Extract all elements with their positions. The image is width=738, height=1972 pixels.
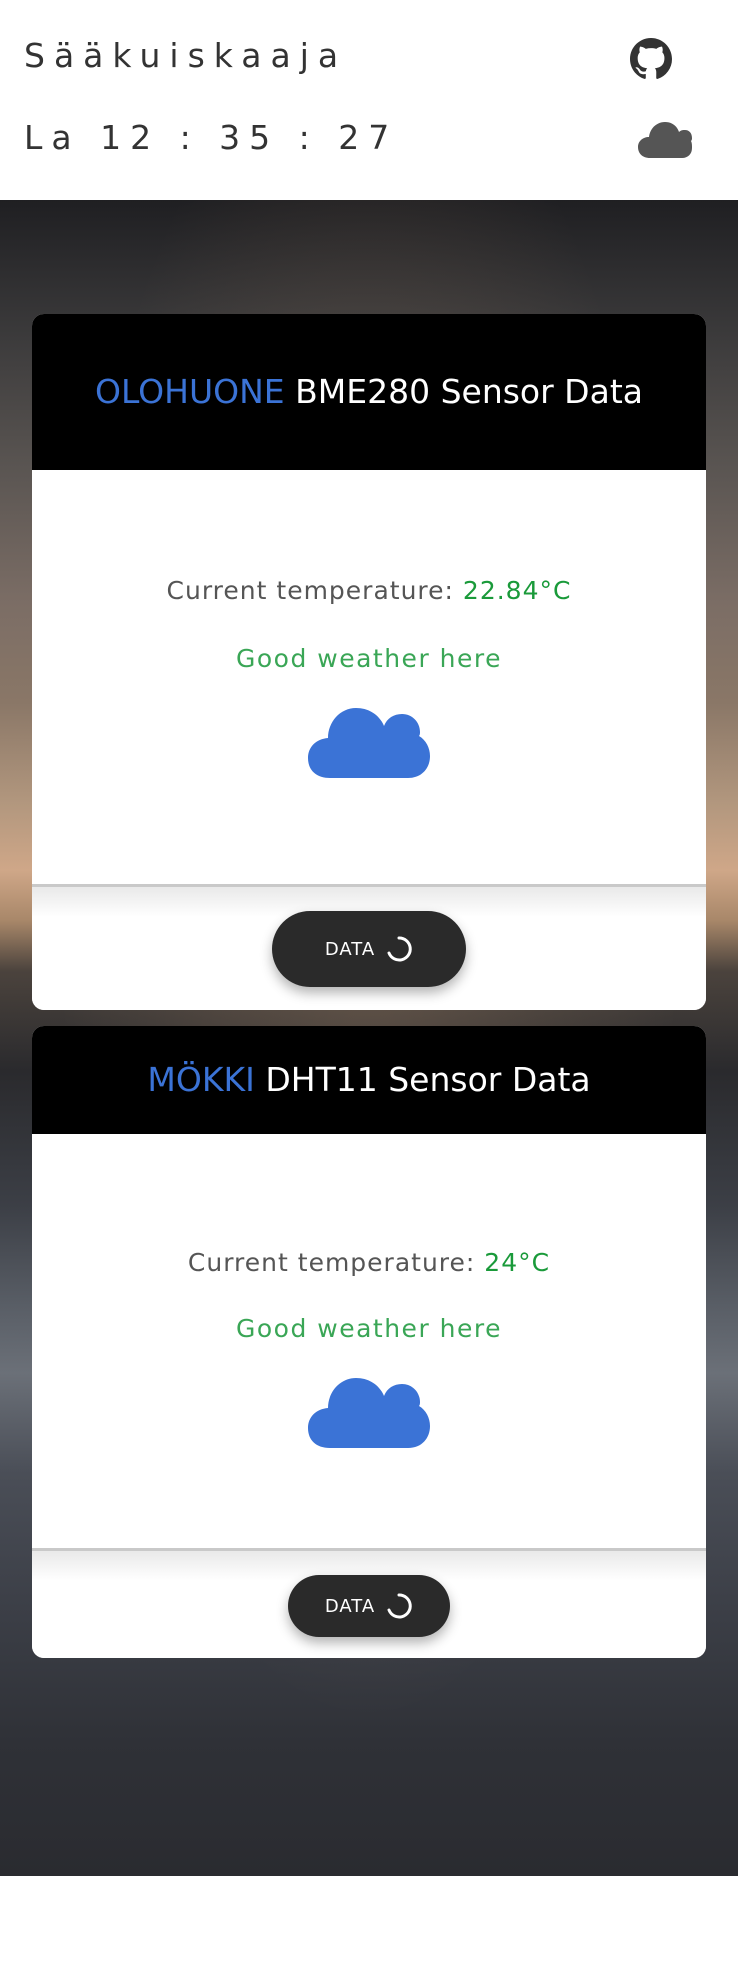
data-button-label: DATA bbox=[324, 938, 376, 960]
cloud-icon bbox=[308, 708, 430, 778]
card-location: OLOHUONE bbox=[95, 372, 285, 411]
sensor-card-olohuone: OLOHUONE BME280 Sensor Data Current temp… bbox=[32, 314, 706, 1010]
data-button[interactable]: DATA bbox=[288, 1575, 450, 1637]
weather-status: Good weather here bbox=[235, 1314, 502, 1343]
data-button[interactable]: DATA bbox=[272, 911, 466, 987]
temperature-line: Current temperature: 24°C bbox=[32, 1248, 706, 1277]
temperature-value: 22.84°C bbox=[462, 576, 572, 605]
spinner-icon bbox=[387, 936, 412, 962]
temperature-label: Current temperature: bbox=[187, 1248, 476, 1277]
temperature-value: 24°C bbox=[484, 1248, 551, 1277]
top-header: Sääkuiskaaja La 12 : 35 : 27 bbox=[0, 0, 738, 200]
github-icon[interactable] bbox=[630, 38, 672, 80]
temperature-label: Current temperature: bbox=[166, 576, 454, 605]
page-bottom bbox=[0, 1876, 738, 1972]
sensor-card-mokki: MÖKKI DHT11 Sensor Data Current temperat… bbox=[32, 1026, 706, 1658]
temperature-line: Current temperature: 22.84°C bbox=[32, 576, 706, 605]
spinner-icon bbox=[387, 1593, 412, 1619]
card-footer: DATA bbox=[32, 884, 706, 1010]
card-title: DHT11 Sensor Data bbox=[265, 1060, 591, 1099]
card-footer: DATA bbox=[32, 1548, 706, 1658]
clock-display: La 12 : 35 : 27 bbox=[24, 118, 399, 157]
card-header: OLOHUONE BME280 Sensor Data bbox=[32, 314, 706, 470]
weather-status: Good weather here bbox=[235, 644, 502, 673]
brand-title[interactable]: Sääkuiskaaja bbox=[24, 36, 347, 75]
cloud-icon bbox=[638, 122, 692, 158]
card-title: BME280 Sensor Data bbox=[295, 372, 643, 411]
cloud-icon bbox=[308, 1378, 430, 1448]
card-header: MÖKKI DHT11 Sensor Data bbox=[32, 1026, 706, 1134]
card-body: Current temperature: 24°C Good weather h… bbox=[32, 1134, 706, 1548]
data-button-label: DATA bbox=[324, 1595, 376, 1617]
card-location: MÖKKI bbox=[147, 1060, 255, 1099]
card-body: Current temperature: 22.84°C Good weathe… bbox=[32, 470, 706, 884]
